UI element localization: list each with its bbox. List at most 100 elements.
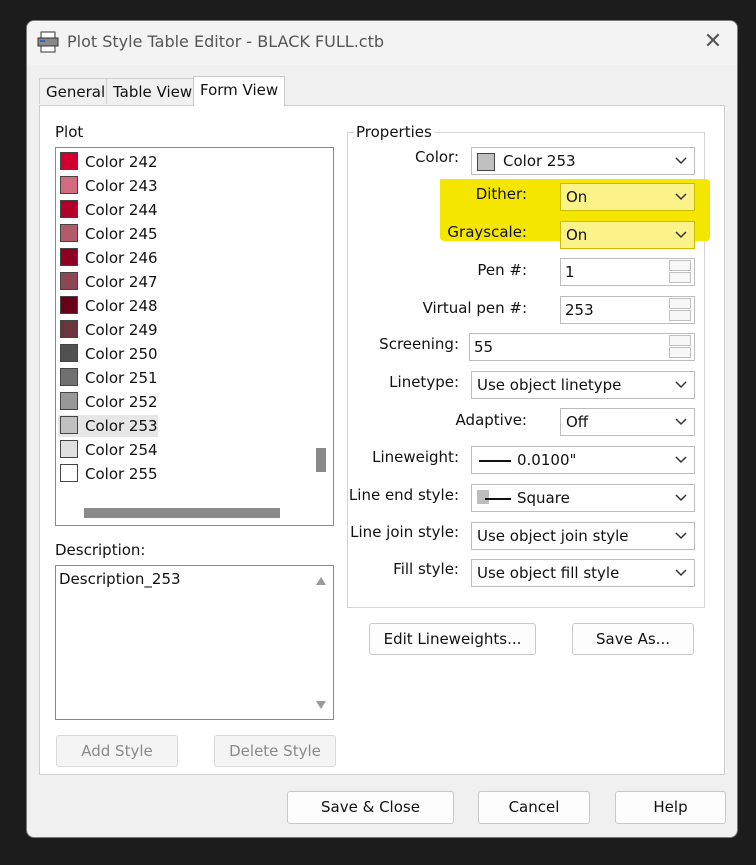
spin-down-button[interactable]: [669, 272, 691, 283]
square-end-icon: [477, 490, 511, 504]
list-item[interactable]: Color 253: [58, 415, 158, 437]
description-label: Description:: [55, 541, 146, 559]
fill-style-value: Use object fill style: [477, 564, 620, 582]
delete-style-button[interactable]: Delete Style: [214, 735, 336, 767]
spin-down-button[interactable]: [669, 347, 691, 358]
chevron-down-icon: [675, 157, 687, 165]
add-style-button[interactable]: Add Style: [56, 735, 178, 767]
list-item-label: Color 250: [85, 345, 158, 363]
grayscale-label: Grayscale:: [447, 223, 527, 241]
dither-value: On: [566, 188, 588, 206]
list-item-label: Color 243: [85, 177, 158, 195]
screening-value: 55: [474, 338, 494, 356]
virtual-pen-spinner[interactable]: 253: [560, 296, 695, 324]
linetype-label: Linetype:: [389, 373, 459, 391]
scroll-down-icon[interactable]: [315, 700, 327, 710]
spin-up-button[interactable]: [669, 260, 691, 271]
title-bar: Plot Style Table Editor - BLACK FULL.ctb…: [27, 21, 737, 65]
help-button[interactable]: Help: [615, 791, 726, 824]
line-end-select[interactable]: Square: [471, 484, 695, 512]
list-item[interactable]: Color 242: [58, 151, 158, 173]
list-item-label: Color 244: [85, 201, 158, 219]
color-swatch: [60, 440, 78, 458]
chevron-down-icon: [675, 494, 687, 502]
color-swatch: [60, 224, 78, 242]
fill-style-label: Fill style:: [393, 560, 459, 578]
linetype-value: Use object linetype: [477, 376, 622, 394]
color-label: Color:: [415, 148, 459, 166]
chevron-down-icon: [675, 231, 687, 239]
list-item[interactable]: Color 250: [58, 343, 158, 365]
color-swatch: [60, 320, 78, 338]
plot-style-list[interactable]: Color 242 Color 243 Color 244 Color 245 Colo…: [55, 147, 334, 526]
color-swatch: [60, 392, 78, 410]
color-swatch: [477, 153, 495, 171]
lineweight-value: 0.0100": [517, 451, 577, 469]
properties-title: Properties: [354, 123, 434, 141]
lineweight-label: Lineweight:: [372, 448, 459, 466]
list-item-label: Color 254: [85, 441, 158, 459]
color-value: Color 253: [503, 152, 576, 170]
list-item[interactable]: Color 243: [58, 175, 158, 197]
list-item[interactable]: Color 248: [58, 295, 158, 317]
list-item-label: Color 253: [85, 417, 158, 435]
tab-general[interactable]: General: [39, 78, 113, 104]
adaptive-label: Adaptive:: [455, 411, 527, 429]
list-item-label: Color 249: [85, 321, 158, 339]
color-swatch: [60, 464, 78, 482]
spin-down-button[interactable]: [669, 310, 691, 321]
fill-style-select[interactable]: Use object fill style: [471, 559, 695, 587]
hscroll-thumb[interactable]: [84, 508, 280, 518]
pen-value: 1: [565, 263, 575, 281]
list-item[interactable]: Color 249: [58, 319, 158, 341]
cancel-button[interactable]: Cancel: [478, 791, 590, 824]
color-swatch: [60, 176, 78, 194]
line-join-value: Use object join style: [477, 527, 629, 545]
chevron-down-icon: [675, 418, 687, 426]
dither-label: Dither:: [475, 185, 527, 203]
close-icon[interactable]: ✕: [699, 29, 727, 57]
adaptive-select[interactable]: Off: [560, 408, 695, 436]
description-textarea[interactable]: Description_253: [55, 565, 334, 720]
line-end-value: Square: [517, 489, 570, 507]
scroll-up-icon[interactable]: [315, 576, 327, 586]
color-select[interactable]: Color 253: [471, 147, 695, 175]
pen-spinner[interactable]: 1: [560, 258, 695, 286]
color-swatch: [60, 272, 78, 290]
linetype-select[interactable]: Use object linetype: [471, 371, 695, 399]
list-item[interactable]: Color 252: [58, 391, 158, 413]
line-end-label: Line end style:: [348, 486, 459, 504]
list-item[interactable]: Color 251: [58, 367, 158, 389]
screening-label: Screening:: [379, 335, 459, 353]
grayscale-select[interactable]: On: [560, 221, 695, 249]
vscroll-thumb[interactable]: [316, 448, 326, 472]
color-swatch: [60, 248, 78, 266]
list-item[interactable]: Color 245: [58, 223, 158, 245]
line-join-select[interactable]: Use object join style: [471, 522, 695, 550]
tab-form-view[interactable]: Form View: [193, 76, 286, 106]
virtual-pen-value: 253: [565, 301, 594, 319]
save-as-button[interactable]: Save As...: [572, 623, 694, 655]
lineweight-select[interactable]: 0.0100": [471, 446, 695, 474]
description-text: Description_253: [59, 570, 181, 588]
edit-lineweights-button[interactable]: Edit Lineweights...: [369, 623, 536, 655]
spin-up-button[interactable]: [669, 335, 691, 346]
chevron-down-icon: [675, 569, 687, 577]
list-item[interactable]: Color 244: [58, 199, 158, 221]
tab-table-view[interactable]: Table View: [106, 78, 200, 104]
dither-select[interactable]: On: [560, 183, 695, 211]
list-item[interactable]: Color 246: [58, 247, 158, 269]
save-close-button[interactable]: Save & Close: [287, 791, 454, 824]
list-item-label: Color 242: [85, 153, 158, 171]
color-swatch: [60, 416, 78, 434]
screening-spinner[interactable]: 55: [469, 333, 695, 361]
plot-label: Plot: [55, 123, 84, 141]
spin-up-button[interactable]: [669, 298, 691, 309]
color-swatch: [60, 296, 78, 314]
list-item[interactable]: Color 255: [58, 463, 158, 485]
chevron-down-icon: [675, 381, 687, 389]
adaptive-value: Off: [566, 413, 589, 431]
list-item[interactable]: Color 254: [58, 439, 158, 461]
list-item-label: Color 245: [85, 225, 158, 243]
list-item[interactable]: Color 247: [58, 271, 158, 293]
